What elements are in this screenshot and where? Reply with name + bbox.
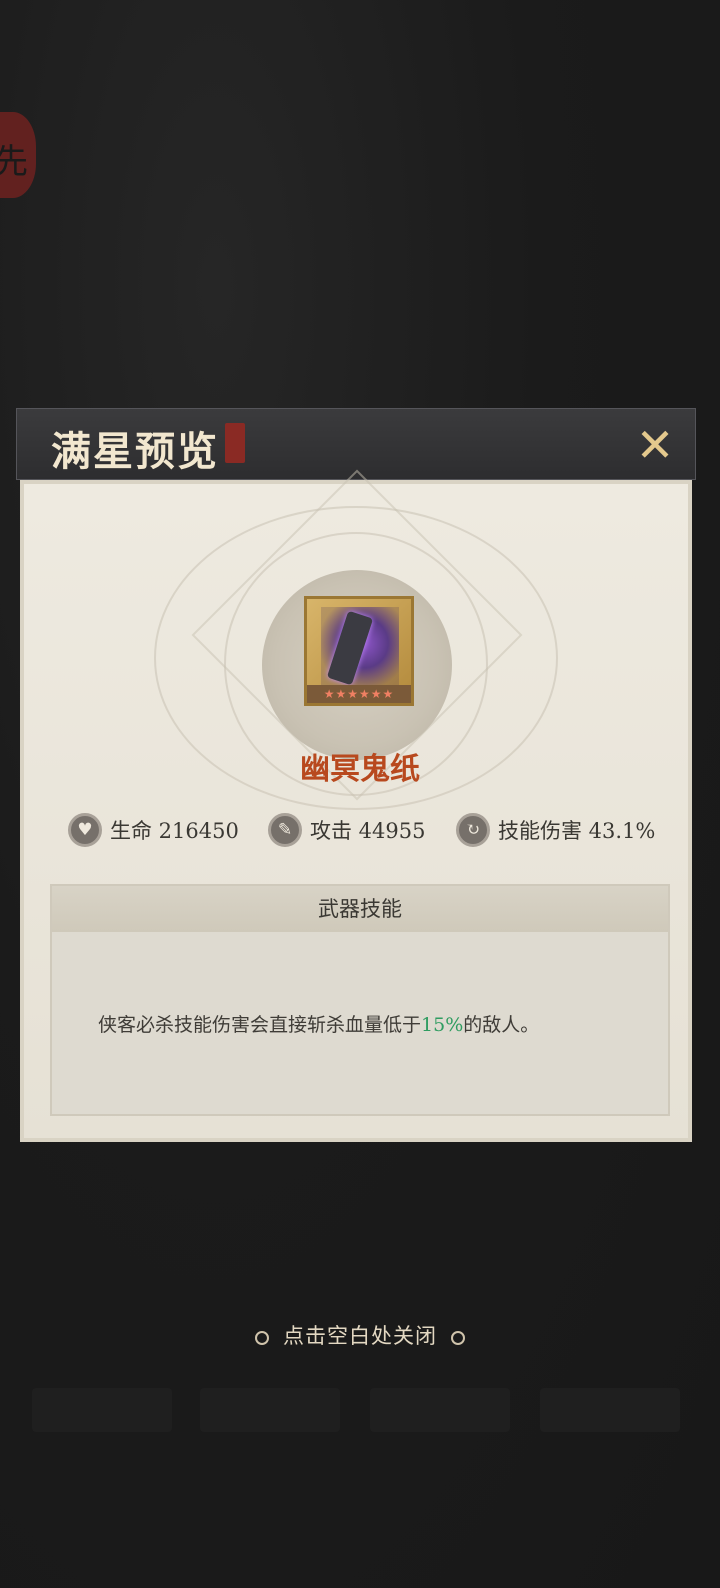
stat-label: 攻击 44955 xyxy=(310,819,426,843)
stat-label: 生命 216450 xyxy=(110,819,239,843)
weapon-icon[interactable]: ★★★★★★ xyxy=(304,596,414,706)
stat-attack: ✎ 攻击 44955 xyxy=(268,810,425,850)
skill-description: 侠客必杀技能伤害会直接斩杀血量低于15%的敌人。 xyxy=(98,1010,539,1037)
star-rating: ★★★★★★ xyxy=(307,685,411,703)
full-star-preview-modal: 满星预览 ✕ ★★★★★★ 幽冥鬼纸 ♥ 生命 216450 ✎ 攻击 4495… xyxy=(16,408,696,1154)
weapon-skill-panel: 武器技能 侠客必杀技能伤害会直接斩杀血量低于15%的敌人。 xyxy=(50,884,670,1116)
heart-icon: ♥ xyxy=(68,813,102,847)
background-bar xyxy=(540,1388,680,1432)
modal-body: ★★★★★★ 幽冥鬼纸 ♥ 生命 216450 ✎ 攻击 44955 ↻ 技能伤… xyxy=(20,469,692,1142)
background-bar xyxy=(32,1388,172,1432)
stat-skill-damage: ↻ 技能伤害 43.1% xyxy=(456,810,655,850)
skill-desc-text: 的敌人。 xyxy=(463,1014,540,1036)
tap-to-close-hint[interactable]: 点击空白处关闭 xyxy=(0,1320,720,1350)
swirl-icon: ↻ xyxy=(456,813,490,847)
dot-icon xyxy=(451,1330,465,1345)
background-bar xyxy=(370,1388,510,1432)
background-bar xyxy=(200,1388,340,1432)
close-hint-text: 点击空白处关闭 xyxy=(283,1324,437,1348)
skill-desc-text: 侠客必杀技能伤害会直接斩杀血量低于 xyxy=(98,1014,422,1036)
skill-header: 武器技能 xyxy=(52,886,668,932)
close-icon[interactable]: ✕ xyxy=(631,421,679,469)
modal-title: 满星预览 xyxy=(51,428,219,475)
weapon-name: 幽冥鬼纸 xyxy=(300,752,420,787)
background-seal-icon: 先 xyxy=(0,112,36,198)
stat-label: 技能伤害 43.1% xyxy=(498,819,656,843)
skill-desc-highlight: 15% xyxy=(421,1014,464,1036)
title-seal-icon xyxy=(225,423,245,463)
dot-icon xyxy=(255,1330,269,1345)
stat-hp: ♥ 生命 216450 xyxy=(68,810,239,850)
claw-icon: ✎ xyxy=(268,813,302,847)
